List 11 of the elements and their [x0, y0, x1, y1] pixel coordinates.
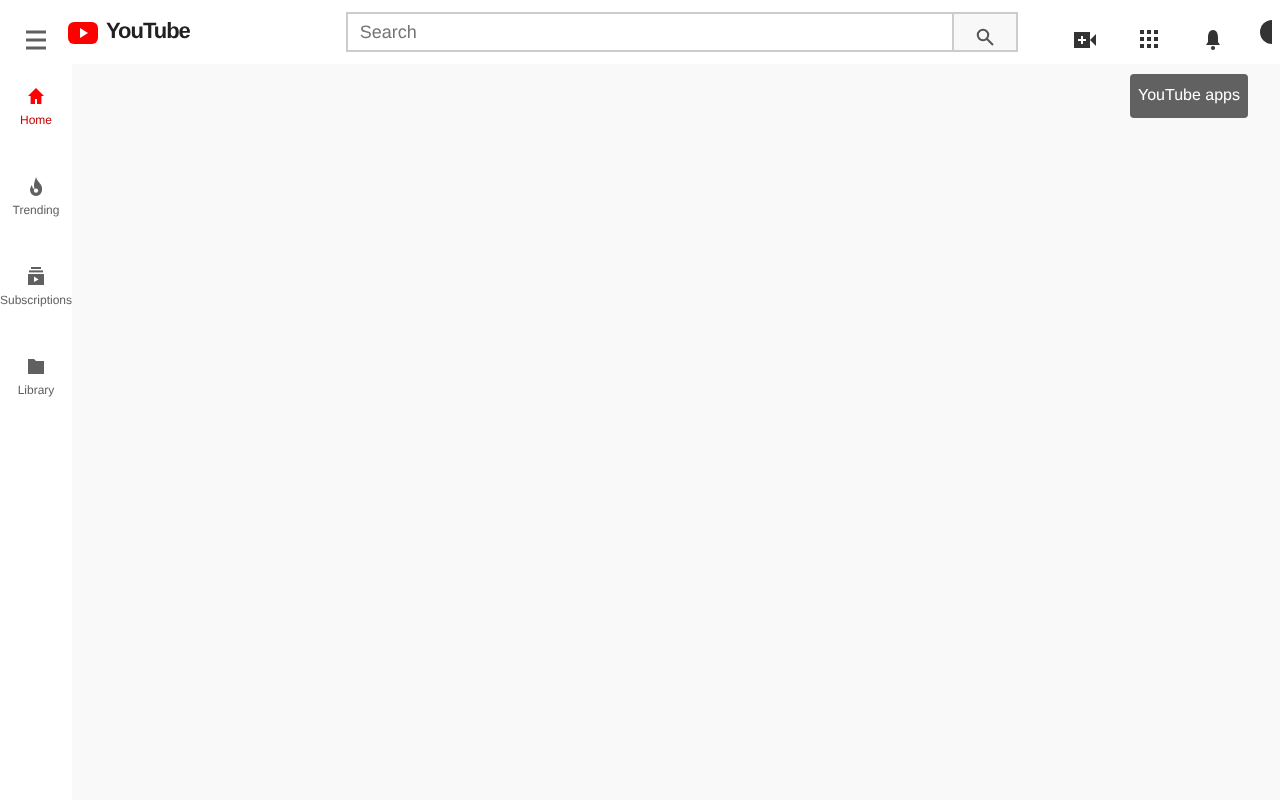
play-logo-icon[interactable]	[68, 21, 98, 43]
home-icon	[26, 86, 46, 106]
search-button[interactable]	[951, 12, 1018, 52]
search-field[interactable]: Search	[345, 12, 952, 52]
tooltip: YouTube apps	[1130, 74, 1249, 118]
subscriptions-icon	[26, 266, 46, 286]
flame-icon	[26, 176, 46, 196]
avatar-icon[interactable]	[1260, 19, 1272, 44]
search-icon	[975, 28, 994, 47]
logo-text[interactable]: YouTube	[106, 15, 190, 49]
folder-icon	[26, 356, 46, 376]
